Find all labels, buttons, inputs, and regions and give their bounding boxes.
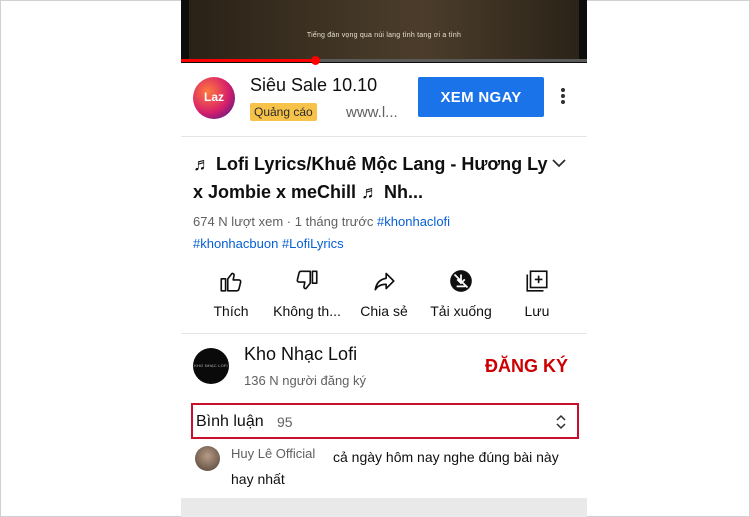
video-subtitle: Tiếng đàn vọng qua núi lang tình tang ơi…: [306, 32, 462, 39]
progress-bar-fill: [181, 59, 315, 62]
comment-text-block: cả ngày hôm nay nghe đúng bài này hay nh…: [231, 446, 561, 490]
hashtag-link[interactable]: #khonhaclofi: [377, 214, 450, 229]
save-playlist-icon: [526, 270, 548, 292]
comments-label: Bình luận: [196, 413, 264, 430]
like-label: Thích: [213, 303, 249, 319]
channel-name[interactable]: Kho Nhạc Lofi: [244, 344, 357, 365]
comments-header[interactable]: Bình luận 95: [191, 403, 579, 439]
download-label: Tải xuống: [430, 303, 492, 319]
save-label: Lưu: [524, 303, 550, 319]
dislike-label: Không th...: [273, 303, 341, 319]
hashtag-link[interactable]: #khonhacbuon: [193, 236, 278, 251]
ad-url: www.l...: [346, 104, 398, 121]
chevron-down-icon[interactable]: [550, 154, 568, 177]
divider: [181, 136, 587, 137]
share-icon: [374, 272, 395, 291]
channel-row[interactable]: KHO NHẠC LOFI Kho Nhạc Lofi 136 N người …: [181, 344, 587, 392]
ad-banner[interactable]: Laz Siêu Sale 10.10 Quảng cáo www.l... X…: [181, 66, 587, 132]
thumbs-up-icon: [220, 272, 242, 292]
save-button[interactable]: Lưu: [498, 268, 576, 319]
subscribe-button[interactable]: ĐĂNG KÝ: [485, 356, 568, 377]
advertiser-logo[interactable]: Laz: [193, 77, 235, 119]
divider: [181, 333, 587, 334]
comment-text: cả ngày hôm nay nghe đúng bài này hay nh…: [231, 449, 559, 487]
channel-avatar-text: KHO NHẠC LOFI: [194, 363, 228, 368]
advertiser-logo-text: Laz: [203, 90, 224, 104]
share-label: Chia sẻ: [360, 303, 408, 319]
video-player[interactable]: Tiếng đàn vọng qua núi lang tình tang ơi…: [181, 0, 587, 65]
video-frame: Tiếng đàn vọng qua núi lang tình tang ơi…: [189, 0, 579, 60]
youtube-mobile-view: Tiếng đàn vọng qua núi lang tình tang ơi…: [181, 0, 587, 517]
ad-cta-button[interactable]: XEM NGAY: [418, 77, 544, 117]
dislike-button[interactable]: Không th...: [268, 268, 346, 319]
thumbs-down-icon: [296, 270, 318, 290]
progress-bar[interactable]: [181, 56, 587, 65]
top-comment[interactable]: Huy Lê Official cả ngày hôm nay nghe đún…: [181, 446, 587, 494]
view-count: 674 N lượt xem · 1 tháng trước: [193, 214, 374, 229]
like-button[interactable]: Thích: [192, 268, 270, 319]
commenter-avatar[interactable]: [195, 446, 220, 471]
download-button[interactable]: Tải xuống: [422, 268, 500, 319]
comments-count: 95: [277, 414, 293, 430]
video-meta: 674 N lượt xem · 1 tháng trước #khonhacl…: [193, 211, 573, 255]
video-title[interactable]: ♬ Lofi Lyrics/Khuê Mộc Lang - Hương Ly x…: [193, 150, 548, 206]
share-button[interactable]: Chia sẻ: [345, 268, 423, 319]
bottom-divider-bar: [181, 498, 587, 517]
subscriber-count: 136 N người đăng ký: [244, 373, 367, 388]
action-bar: Thích Không th... Chia sẻ Tải xuống Lưu: [181, 268, 587, 322]
expand-collapse-icon[interactable]: [554, 414, 568, 435]
download-disabled-icon: [450, 270, 472, 292]
channel-avatar[interactable]: KHO NHẠC LOFI: [193, 348, 229, 384]
progress-scrubber[interactable]: [310, 56, 320, 65]
ad-badge: Quảng cáo: [250, 103, 317, 121]
vertical-dots-icon[interactable]: [560, 86, 566, 111]
hashtag-link[interactable]: #LofiLyrics: [282, 236, 344, 251]
ad-title[interactable]: Siêu Sale 10.10: [250, 75, 377, 96]
